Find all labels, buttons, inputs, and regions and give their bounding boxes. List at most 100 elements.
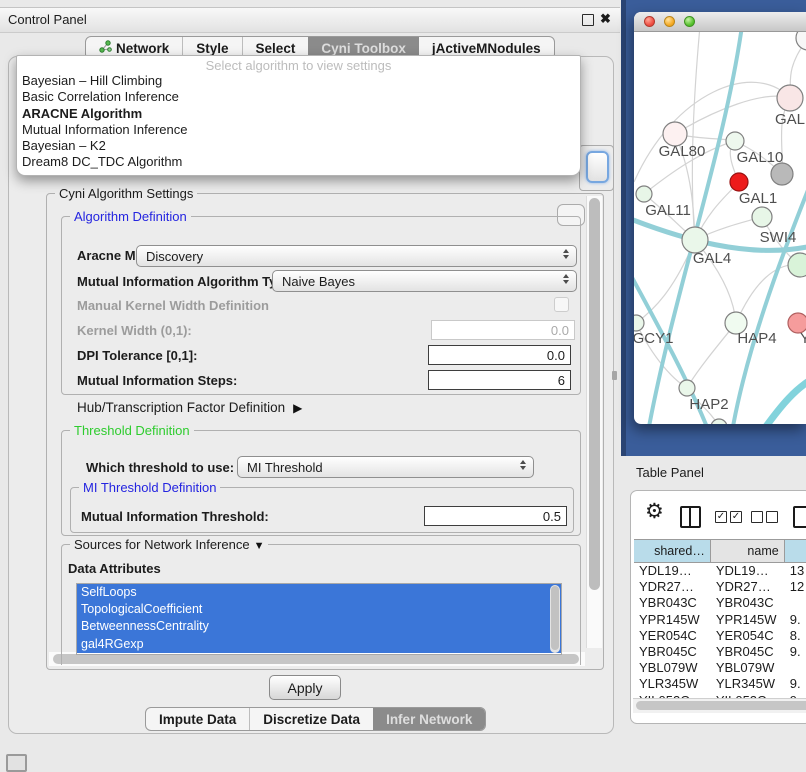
table-row[interactable]: YPR145WYPR145W9. [634,612,806,628]
network-canvas[interactable]: GALGAL80GAL10GAL1GAL11SWI4GAL4GCY1HAP4YH… [634,32,806,424]
network-node[interactable] [796,32,806,50]
column-header-shared[interactable]: shared… [634,540,711,562]
combo-spinner-icon [563,274,569,284]
kernel-width-label: Kernel Width (0,1): [77,323,192,338]
node-label-gal80: GAL80 [659,143,706,160]
attribute-item-betweennesscentrality[interactable]: BetweennessCentrality [77,618,561,635]
unchecked-checkbox-icon[interactable] [751,511,763,523]
algorithm-definition-title: Algorithm Definition [70,209,191,224]
network-node-gal11[interactable] [636,186,652,202]
bottom-tab-infer-network[interactable]: Infer Network [373,708,485,730]
column-header-a[interactable]: A [785,540,806,562]
network-node-gal1[interactable] [730,173,748,191]
table-row[interactable]: YDL19…YDL19…13 [634,563,806,579]
settings-vscrollbar-thumb[interactable] [589,198,600,590]
table-row[interactable]: YDR27…YDR27…12 [634,579,806,595]
network-node-hap2[interactable] [679,380,695,396]
algorithm-option-bayesian-hill-climbing[interactable]: Bayesian – Hill Climbing [17,73,580,89]
network-window[interactable]: GALGAL80GAL10GAL1GAL11SWI4GAL4GCY1HAP4YH… [634,12,806,424]
algorithm-option-basic-correlation-inference[interactable]: Basic Correlation Inference [17,89,580,105]
attribute-item-gal4rgexp[interactable]: gal4RGexp [77,636,561,653]
which-threshold-label: Which threshold to use: [86,460,234,475]
bottom-tab-impute-data-label: Impute Data [159,712,236,727]
manual-kernel-checkbox[interactable] [554,297,569,312]
network-node[interactable] [771,163,793,185]
attributes-scrollbar[interactable] [550,585,560,653]
gear-icon[interactable]: ⚙ [645,499,664,524]
table-row[interactable]: YBR043CYBR043C [634,595,806,611]
bottom-corner-icon[interactable] [6,754,27,772]
unchecked-checkbox-icon[interactable] [766,511,778,523]
network-node[interactable] [711,419,727,424]
apply-button[interactable]: Apply [269,675,341,700]
kernel-width-field[interactable]: 0.0 [431,320,575,340]
table-panel-card: ⚙ ✓ ✓ shared…nameA YDL19…YDL19…13YDR27…Y… [630,490,806,724]
table-body: YDL19…YDL19…13YDR27…YDR27…12YBR043CYBR04… [634,563,806,709]
focused-combo-fragment[interactable] [586,151,609,183]
table-row[interactable]: YLR345WYLR345W9. [634,676,806,692]
table-cell: YBR043C [634,595,711,611]
network-icon [99,40,112,56]
tab-jactivemnodules-label: jActiveMNodules [432,41,541,56]
node-label-gcy1: GCY1 [634,330,673,347]
node-table: shared…nameA YDL19…YDL19…13YDR27…YDR27…1… [634,539,806,709]
settings-vscrollbar[interactable] [586,196,602,648]
mi-algorithm-type-combo[interactable]: Naive Bayes [272,270,577,292]
table-header-row: shared…nameA [634,539,806,563]
algorithm-option-dream8-dc-tdc-algorithm[interactable]: Dream8 DC_TDC Algorithm [17,154,580,170]
network-node-gal10[interactable] [726,132,744,150]
table-cell: YDR27… [634,579,711,595]
attribute-item-topologicalcoefficient[interactable]: TopologicalCoefficient [77,601,561,618]
network-node-gal[interactable] [777,85,803,111]
aracne-mode-combo[interactable]: Discovery [136,245,577,267]
dpi-tolerance-value: 0.0 [547,348,565,363]
bottom-tab-impute-data[interactable]: Impute Data [146,708,249,730]
close-icon[interactable]: ✖ [600,11,611,27]
float-window-icon[interactable] [582,14,594,26]
column-header-name[interactable]: name [711,540,785,562]
zoom-traffic-light-icon[interactable] [684,16,695,27]
table-row[interactable]: YER054CYER054C8. [634,628,806,644]
which-threshold-value: MI Threshold [247,460,323,475]
bottom-tab-discretize-data[interactable]: Discretize Data [249,708,373,730]
algorithm-option-bayesian-k2[interactable]: Bayesian – K2 [17,138,580,154]
which-threshold-combo[interactable]: MI Threshold [237,456,534,478]
clipped-toolbar-icon[interactable] [793,506,806,528]
control-panel-bottom-tabs: Impute Data Discretize Data Infer Network [145,707,486,731]
network-node-gcy1[interactable] [634,315,644,331]
mi-threshold-field[interactable]: 0.5 [424,506,567,526]
data-attributes-list[interactable]: SelfLoopsTopologicalCoefficientBetweenne… [76,583,562,655]
algorithm-option-aracne-algorithm[interactable]: ARACNE Algorithm [17,106,580,122]
checked-checkbox-icon[interactable]: ✓ [730,511,742,523]
table-hscrollbar[interactable] [633,698,806,713]
table-hscrollbar-thumb[interactable] [636,701,806,710]
dpi-tolerance-label: DPI Tolerance [0,1]: [77,348,197,363]
network-node-swi4[interactable] [788,253,806,277]
mi-steps-field[interactable]: 6 [428,370,571,390]
hub-definition-expander[interactable]: Hub/Transcription Factor Definition▶ [77,400,302,415]
table-cell: YDL19… [711,563,785,579]
network-window-titlebar[interactable] [634,12,806,32]
table-cell: 9. [785,676,806,692]
network-node[interactable] [752,207,772,227]
table-row[interactable]: YBR045CYBR045C9. [634,644,806,660]
table-row[interactable]: YBL079WYBL079W [634,660,806,676]
collapse-down-icon[interactable]: ▼ [254,540,265,552]
tab-style-label: Style [196,41,228,56]
checked-checkbox-icon[interactable]: ✓ [715,511,727,523]
minimize-traffic-light-icon[interactable] [664,16,675,27]
table-cell: 9. [785,644,806,660]
attribute-item-selfloops[interactable]: SelfLoops [77,584,561,601]
algorithm-option-mutual-information-inference[interactable]: Mutual Information Inference [17,122,580,138]
expand-right-icon[interactable]: ▶ [293,401,302,415]
bottom-tab-discretize-data-label: Discretize Data [263,712,360,727]
dpi-tolerance-field[interactable]: 0.0 [428,345,571,365]
control-panel-title: Control Panel [8,12,87,27]
table-cell: 13 [785,563,806,579]
node-label-swi4: SWI4 [760,229,797,246]
split-columns-icon[interactable] [680,506,701,528]
attributes-scrollbar-thumb[interactable] [551,586,559,650]
panel-splitter-handle[interactable] [612,371,617,380]
close-traffic-light-icon[interactable] [644,16,655,27]
table-cell: YPR145W [711,612,785,628]
